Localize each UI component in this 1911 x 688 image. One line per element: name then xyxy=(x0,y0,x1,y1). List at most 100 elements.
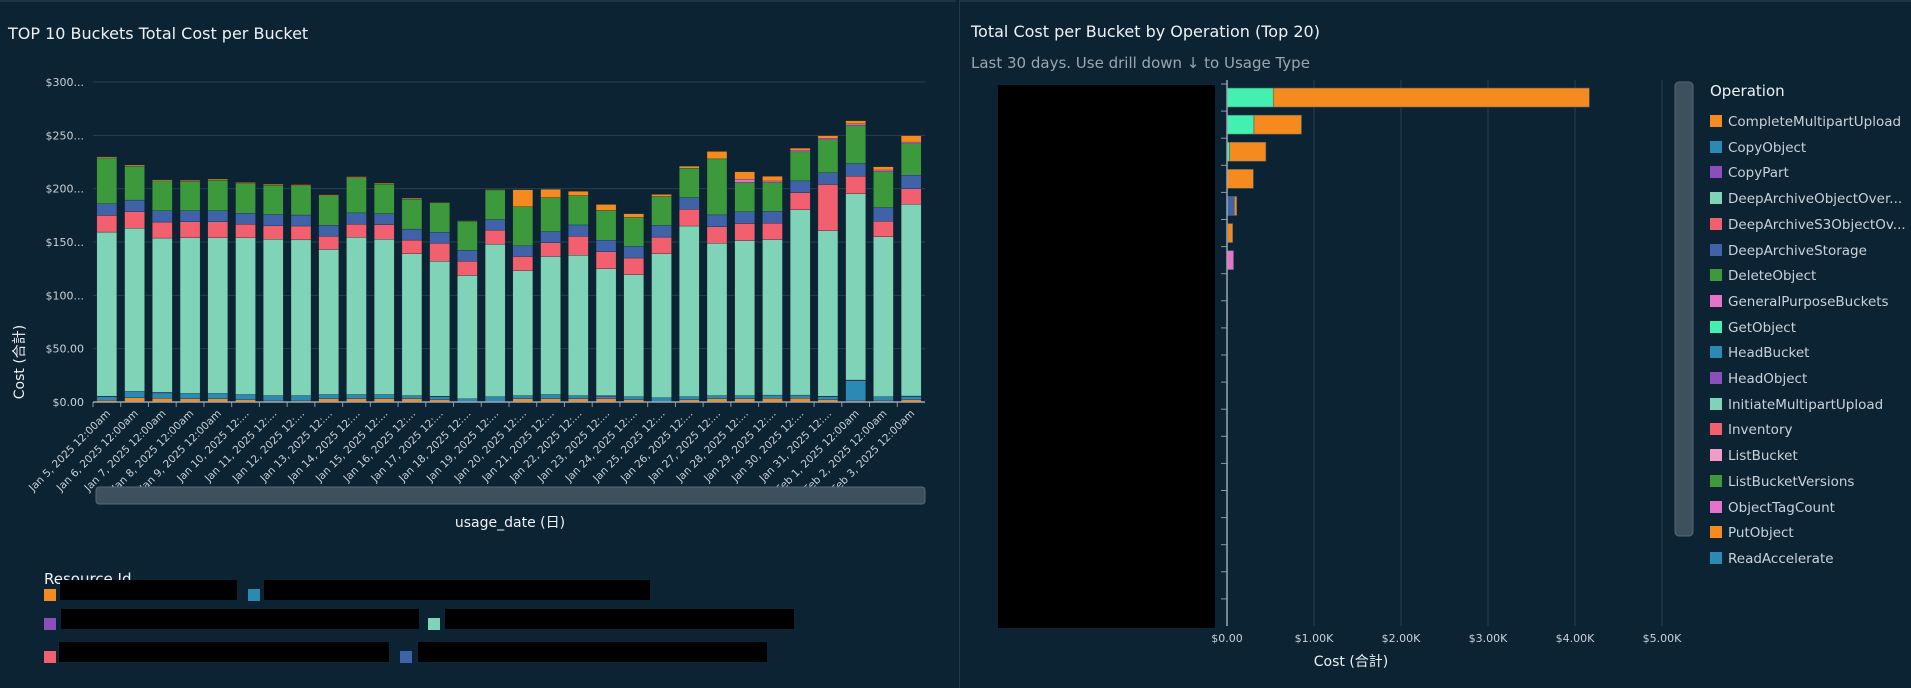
bar-segment[interactable] xyxy=(846,381,866,401)
bar-segment[interactable] xyxy=(374,239,394,394)
bar-segment[interactable] xyxy=(541,189,561,197)
bar-segment[interactable] xyxy=(513,207,533,246)
bar-segment[interactable] xyxy=(1230,142,1266,161)
bar-segment[interactable] xyxy=(374,184,394,213)
bar-segment[interactable] xyxy=(1227,196,1234,215)
legend-item[interactable]: GetObject xyxy=(1710,320,1796,336)
bar-segment[interactable] xyxy=(402,199,422,229)
bar-segment[interactable] xyxy=(818,138,838,139)
bar-segment[interactable] xyxy=(541,198,561,232)
bar-segment[interactable] xyxy=(374,395,394,399)
bar-segment[interactable] xyxy=(236,182,256,183)
bar-segment[interactable] xyxy=(707,159,727,215)
bar-segment[interactable] xyxy=(1227,88,1273,107)
bar-segment[interactable] xyxy=(873,237,893,397)
bar-segment[interactable] xyxy=(679,198,699,210)
bar-segment[interactable] xyxy=(152,180,172,181)
bar-segment[interactable] xyxy=(901,397,921,400)
bar-segment[interactable] xyxy=(430,202,450,203)
bar-segment[interactable] xyxy=(346,177,366,178)
bar-segment[interactable] xyxy=(901,144,921,176)
bar-segment[interactable] xyxy=(735,179,755,182)
bar-segment[interactable] xyxy=(596,396,616,397)
bar-segment[interactable] xyxy=(291,185,311,186)
legend-item[interactable]: GeneralPurposeBuckets xyxy=(1710,294,1889,310)
legend-item[interactable]: DeepArchiveStorage xyxy=(1710,243,1867,259)
legend-item[interactable]: Inventory xyxy=(1710,422,1792,438)
bar-segment[interactable] xyxy=(457,221,477,250)
bar-segment[interactable] xyxy=(430,232,450,243)
bar-segment[interactable] xyxy=(208,238,228,394)
bar-segment[interactable] xyxy=(430,203,450,232)
bar-segment[interactable] xyxy=(707,396,727,399)
horizontal-scrollbar[interactable] xyxy=(96,487,925,504)
bar-segment[interactable] xyxy=(541,395,561,399)
bar-segment[interactable] xyxy=(346,224,366,237)
bar-segment[interactable] xyxy=(735,182,755,211)
legend-item[interactable]: ListBucketVersions xyxy=(1710,474,1854,490)
bar-segment[interactable] xyxy=(263,226,283,240)
bar-segment[interactable] xyxy=(790,181,810,193)
legend-item[interactable]: CompleteMultipartUpload xyxy=(1710,114,1901,130)
bar-segment[interactable] xyxy=(541,257,561,395)
bar-segment[interactable] xyxy=(180,181,200,210)
bar-segment[interactable] xyxy=(457,250,477,261)
bar-segment[interactable] xyxy=(152,181,172,211)
bar-segment[interactable] xyxy=(236,395,256,400)
bar-segment[interactable] xyxy=(873,170,893,172)
bar-segment[interactable] xyxy=(319,196,339,225)
bar-segment[interactable] xyxy=(208,222,228,238)
bar-segment[interactable] xyxy=(762,395,782,398)
bar-segment[interactable] xyxy=(652,254,672,398)
bar-segment[interactable] xyxy=(152,211,172,222)
legend-swatch[interactable] xyxy=(44,618,56,630)
bar-segment[interactable] xyxy=(568,236,588,255)
bar-segment[interactable] xyxy=(846,176,866,193)
bar-segment[interactable] xyxy=(485,244,505,397)
bar-segment[interactable] xyxy=(263,396,283,401)
bar-segment[interactable] xyxy=(901,204,921,396)
bar-segment[interactable] xyxy=(541,232,561,243)
bar-segment[interactable] xyxy=(901,175,921,188)
bar-segment[interactable] xyxy=(125,391,145,397)
bar-segment[interactable] xyxy=(125,212,145,229)
bar-segment[interactable] xyxy=(125,166,145,200)
bar-segment[interactable] xyxy=(485,189,505,190)
bar-segment[interactable] xyxy=(818,173,838,185)
legend-item[interactable]: CopyPart xyxy=(1710,165,1789,181)
legend-swatch[interactable] xyxy=(248,589,260,601)
bar-segment[interactable] xyxy=(1234,196,1236,215)
bar-segment[interactable] xyxy=(430,261,450,396)
bar-segment[interactable] xyxy=(236,184,256,214)
bar-segment[interactable] xyxy=(596,269,616,396)
bar-segment[interactable] xyxy=(873,167,893,170)
bar-segment[interactable] xyxy=(568,255,588,395)
bar-segment[interactable] xyxy=(873,397,893,401)
bar-segment[interactable] xyxy=(901,142,921,144)
bar-segment[interactable] xyxy=(1273,88,1589,107)
bar-segment[interactable] xyxy=(596,210,616,240)
bar-segment[interactable] xyxy=(873,221,893,236)
bar-segment[interactable] xyxy=(291,226,311,240)
legend-item[interactable]: InitiateMultipartUpload xyxy=(1710,397,1883,413)
bar-segment[interactable] xyxy=(846,124,866,126)
bar-segment[interactable] xyxy=(263,215,283,226)
legend-item[interactable]: ListBucket xyxy=(1710,448,1798,464)
bar-segment[interactable] xyxy=(236,224,256,238)
bar-segment[interactable] xyxy=(430,243,450,261)
legend-item[interactable]: DeepArchiveS3ObjectOv... xyxy=(1710,217,1906,233)
bar-segment[interactable] xyxy=(596,252,616,269)
bar-segment[interactable] xyxy=(374,225,394,240)
bar-segment[interactable] xyxy=(180,222,200,238)
bar-segment[interactable] xyxy=(97,158,117,204)
bar-segment[interactable] xyxy=(735,396,755,399)
bar-segment[interactable] xyxy=(707,227,727,244)
bar-segment[interactable] xyxy=(180,180,200,181)
bar-segment[interactable] xyxy=(679,226,699,397)
legend-swatch[interactable] xyxy=(400,651,412,663)
bar-segment[interactable] xyxy=(291,396,311,401)
bar-segment[interactable] xyxy=(374,214,394,225)
bar-segment[interactable] xyxy=(762,240,782,395)
bar-segment[interactable] xyxy=(180,393,200,398)
bar-segment[interactable] xyxy=(624,258,644,275)
